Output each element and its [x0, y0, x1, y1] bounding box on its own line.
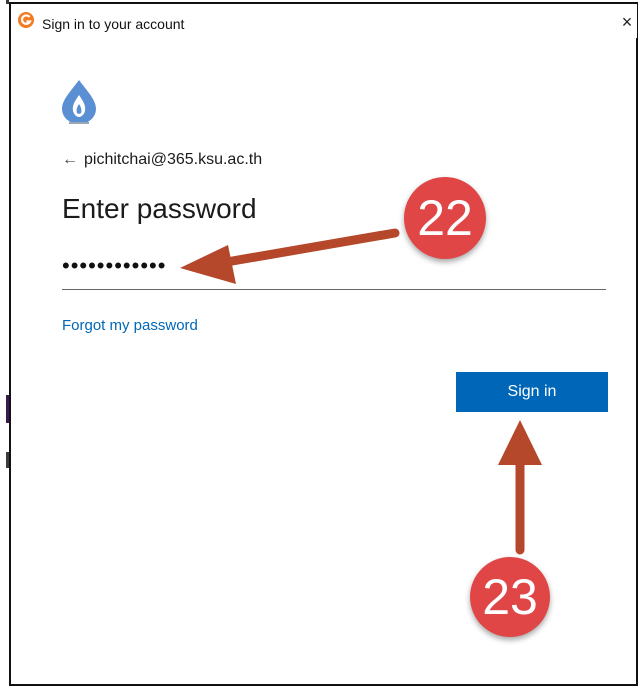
password-field[interactable]	[62, 253, 606, 279]
account-email: pichitchai@365.ksu.ac.th	[84, 151, 263, 168]
back-arrow-icon: ←	[62, 151, 78, 168]
close-button[interactable]: ×	[618, 12, 636, 32]
annotation-badge-22: 22	[404, 177, 486, 259]
page-title: Enter password	[62, 193, 257, 224]
annotation-badge-23: 23	[470, 557, 550, 637]
background-window-edge	[0, 0, 9, 690]
sign-in-button[interactable]: Sign in	[456, 372, 608, 412]
password-field-container	[62, 247, 606, 290]
account-back-row[interactable]: ← pichitchai@365.ksu.ac.th	[62, 151, 262, 169]
flame-drop-logo-icon	[62, 80, 96, 124]
forgot-password-link[interactable]: Forgot my password	[62, 317, 198, 334]
app-logo-icon	[18, 12, 34, 28]
window-title: Sign in to your account	[42, 16, 185, 32]
